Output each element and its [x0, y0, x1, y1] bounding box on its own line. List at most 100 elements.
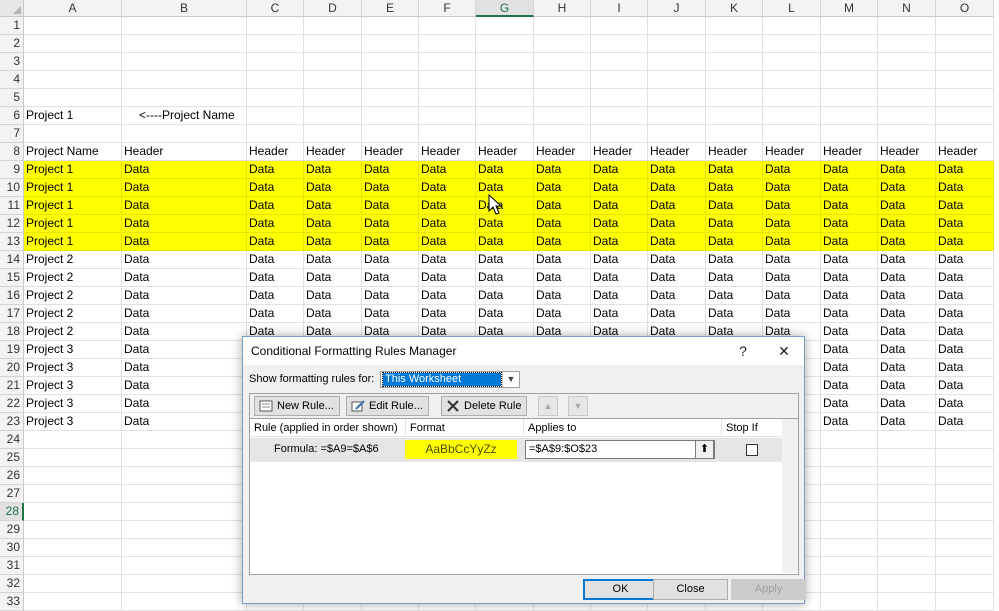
row-header-10[interactable]: 10 — [0, 179, 24, 197]
cell-A19[interactable]: Project 3 — [24, 341, 122, 359]
apply-button[interactable]: Apply — [731, 579, 806, 600]
cell-D16[interactable]: Data — [304, 287, 362, 305]
cell-C13[interactable]: Data — [247, 233, 304, 251]
cell-K6[interactable] — [706, 107, 763, 125]
cell-D14[interactable]: Data — [304, 251, 362, 269]
cell-H7[interactable] — [534, 125, 591, 143]
cell-C3[interactable] — [247, 53, 304, 71]
row-header-24[interactable]: 24 — [0, 431, 24, 449]
cell-E8[interactable]: Header — [362, 143, 419, 161]
cell-O31[interactable] — [936, 557, 994, 575]
row-header-3[interactable]: 3 — [0, 53, 24, 71]
cell-E11[interactable]: Data — [362, 197, 419, 215]
cell-N24[interactable] — [878, 431, 936, 449]
cell-H10[interactable]: Data — [534, 179, 591, 197]
cell-E3[interactable] — [362, 53, 419, 71]
cell-J5[interactable] — [648, 89, 706, 107]
cell-O16[interactable]: Data — [936, 287, 994, 305]
cell-F17[interactable]: Data — [419, 305, 476, 323]
cell-H4[interactable] — [534, 71, 591, 89]
cell-N23[interactable]: Data — [878, 413, 936, 431]
cell-F7[interactable] — [419, 125, 476, 143]
cell-B18[interactable]: Data — [122, 323, 247, 341]
cell-G6[interactable] — [476, 107, 534, 125]
cell-A9[interactable]: Project 1 — [24, 161, 122, 179]
cell-A17[interactable]: Project 2 — [24, 305, 122, 323]
row-header-32[interactable]: 32 — [0, 575, 24, 593]
row-header-5[interactable]: 5 — [0, 89, 24, 107]
cell-D7[interactable] — [304, 125, 362, 143]
cell-N2[interactable] — [878, 35, 936, 53]
cell-D17[interactable]: Data — [304, 305, 362, 323]
cell-N17[interactable]: Data — [878, 305, 936, 323]
cell-N8[interactable]: Header — [878, 143, 936, 161]
close-icon[interactable]: ✕ — [770, 340, 798, 362]
cell-O9[interactable]: Data — [936, 161, 994, 179]
cell-M31[interactable] — [821, 557, 878, 575]
cell-N26[interactable] — [878, 467, 936, 485]
cell-E14[interactable]: Data — [362, 251, 419, 269]
cell-I10[interactable]: Data — [591, 179, 648, 197]
column-header-K[interactable]: K — [706, 0, 763, 17]
cell-N30[interactable] — [878, 539, 936, 557]
cell-I9[interactable]: Data — [591, 161, 648, 179]
cell-A15[interactable]: Project 2 — [24, 269, 122, 287]
column-header-J[interactable]: J — [648, 0, 706, 17]
cell-B14[interactable]: Data — [122, 251, 247, 269]
cell-G16[interactable]: Data — [476, 287, 534, 305]
cell-C10[interactable]: Data — [247, 179, 304, 197]
cell-F13[interactable]: Data — [419, 233, 476, 251]
cell-G15[interactable]: Data — [476, 269, 534, 287]
cell-F11[interactable]: Data — [419, 197, 476, 215]
cell-O13[interactable]: Data — [936, 233, 994, 251]
cell-M12[interactable]: Data — [821, 215, 878, 233]
cell-N25[interactable] — [878, 449, 936, 467]
cell-D15[interactable]: Data — [304, 269, 362, 287]
cell-E16[interactable]: Data — [362, 287, 419, 305]
cell-O1[interactable] — [936, 17, 994, 35]
cell-K14[interactable]: Data — [706, 251, 763, 269]
cell-A25[interactable] — [24, 449, 122, 467]
cell-G13[interactable]: Data — [476, 233, 534, 251]
cell-O19[interactable]: Data — [936, 341, 994, 359]
cell-O27[interactable] — [936, 485, 994, 503]
cell-O17[interactable]: Data — [936, 305, 994, 323]
cell-N14[interactable]: Data — [878, 251, 936, 269]
cell-K13[interactable]: Data — [706, 233, 763, 251]
select-all-corner[interactable] — [0, 0, 24, 17]
cell-E2[interactable] — [362, 35, 419, 53]
cell-N15[interactable]: Data — [878, 269, 936, 287]
cell-M7[interactable] — [821, 125, 878, 143]
column-header-L[interactable]: L — [763, 0, 821, 17]
cell-N3[interactable] — [878, 53, 936, 71]
cell-H5[interactable] — [534, 89, 591, 107]
cell-H12[interactable]: Data — [534, 215, 591, 233]
chevron-down-icon[interactable]: ▼ — [502, 372, 519, 387]
cell-J8[interactable]: Header — [648, 143, 706, 161]
cell-B33[interactable] — [122, 593, 247, 611]
cell-B31[interactable] — [122, 557, 247, 575]
cell-N4[interactable] — [878, 71, 936, 89]
delete-rule-button[interactable]: Delete Rule — [441, 396, 528, 416]
cell-L13[interactable]: Data — [763, 233, 821, 251]
cell-C2[interactable] — [247, 35, 304, 53]
cell-J6[interactable] — [648, 107, 706, 125]
cell-J7[interactable] — [648, 125, 706, 143]
cell-N10[interactable]: Data — [878, 179, 936, 197]
cell-B29[interactable] — [122, 521, 247, 539]
cell-B7[interactable] — [122, 125, 247, 143]
cell-O6[interactable] — [936, 107, 994, 125]
cell-E17[interactable]: Data — [362, 305, 419, 323]
cell-A12[interactable]: Project 1 — [24, 215, 122, 233]
cell-G8[interactable]: Header — [476, 143, 534, 161]
cell-C12[interactable]: Data — [247, 215, 304, 233]
cell-B22[interactable]: Data — [122, 395, 247, 413]
row-header-17[interactable]: 17 — [0, 305, 24, 323]
cell-G5[interactable] — [476, 89, 534, 107]
cell-B12[interactable]: Data — [122, 215, 247, 233]
cell-L5[interactable] — [763, 89, 821, 107]
applies-to-input[interactable]: =$A$9:$O$23 — [525, 440, 715, 459]
cell-C5[interactable] — [247, 89, 304, 107]
cell-G7[interactable] — [476, 125, 534, 143]
column-header-G[interactable]: G — [476, 0, 534, 17]
